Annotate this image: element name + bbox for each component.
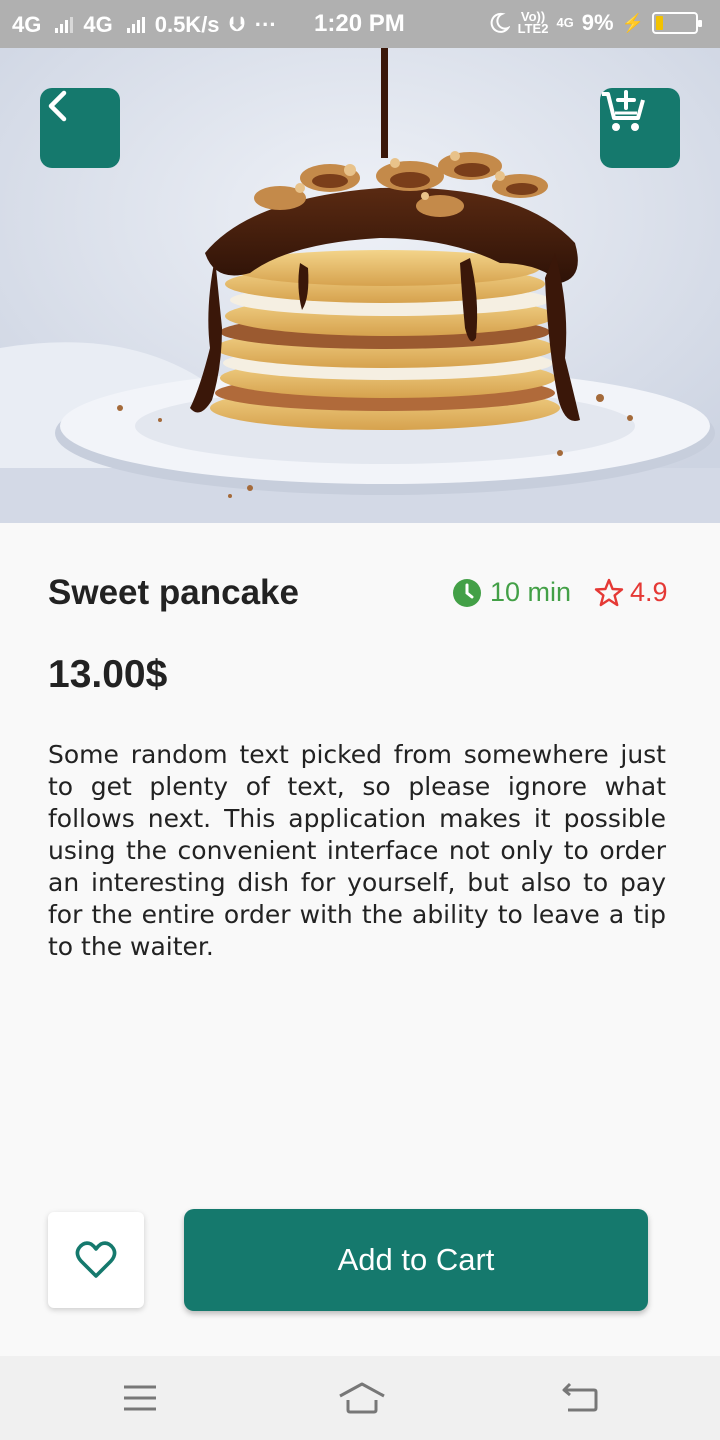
clock-icon (453, 578, 481, 607)
network-speed: 0.5K/s (154, 12, 220, 37)
network-type-2: 4G (83, 12, 113, 37)
battery-fill (656, 16, 663, 30)
back-nav-button[interactable] (558, 1378, 602, 1418)
moon-icon (490, 12, 510, 33)
signal-icon (55, 17, 74, 33)
add-to-cart-icon-button[interactable] (600, 88, 680, 168)
add-shopping-cart-icon (602, 90, 645, 131)
more-indicator: ··· (254, 12, 277, 37)
star-outline-icon (594, 578, 624, 606)
home-button[interactable] (338, 1378, 385, 1418)
chevron-left-icon (48, 90, 67, 122)
product-details: Sweet pancake 10 min 4.9 13.00$ Some ran… (0, 523, 720, 1356)
product-image (0, 48, 720, 523)
heart-outline-icon (75, 1241, 117, 1278)
prep-time: 10 min (452, 577, 571, 608)
status-bar: 4G 4G 0.5K/s ⮋ ··· 1:20 PM Vo)) LTE2 4G 9… (0, 0, 720, 48)
system-nav-bar (0, 1356, 720, 1440)
clock: 1:20 PM (314, 10, 405, 37)
rating: 4.9 (594, 577, 668, 608)
rating-value: 4.9 (630, 577, 668, 607)
prep-time-value: 10 min (490, 577, 572, 607)
battery-percent: 9% (581, 10, 614, 35)
network-type-3: 4G (556, 15, 574, 30)
menu-icon (124, 1385, 156, 1411)
product-description: Some random text picked from somewhere j… (48, 740, 666, 961)
usb-icon: ⮋ (229, 13, 245, 36)
volte-indicator: Vo)) LTE2 (517, 10, 549, 36)
status-right: Vo)) LTE2 4G 9% ⚡ (488, 10, 702, 36)
status-left: 4G 4G 0.5K/s ⮋ ··· (12, 12, 277, 38)
charging-icon: ⚡ (621, 12, 644, 33)
network-type-1: 4G (12, 12, 42, 37)
volte-bottom: LTE2 (517, 21, 549, 36)
back-button[interactable] (40, 88, 120, 168)
product-price: 13.00$ (48, 653, 168, 696)
battery-icon (652, 12, 702, 34)
add-to-cart-button[interactable]: Add to Cart (184, 1209, 648, 1311)
menu-button[interactable] (118, 1378, 162, 1418)
favorite-button[interactable] (48, 1212, 144, 1308)
home-icon (339, 1382, 385, 1414)
product-name: Sweet pancake (48, 573, 299, 612)
signal-icon (126, 17, 145, 33)
back-icon (562, 1382, 598, 1412)
